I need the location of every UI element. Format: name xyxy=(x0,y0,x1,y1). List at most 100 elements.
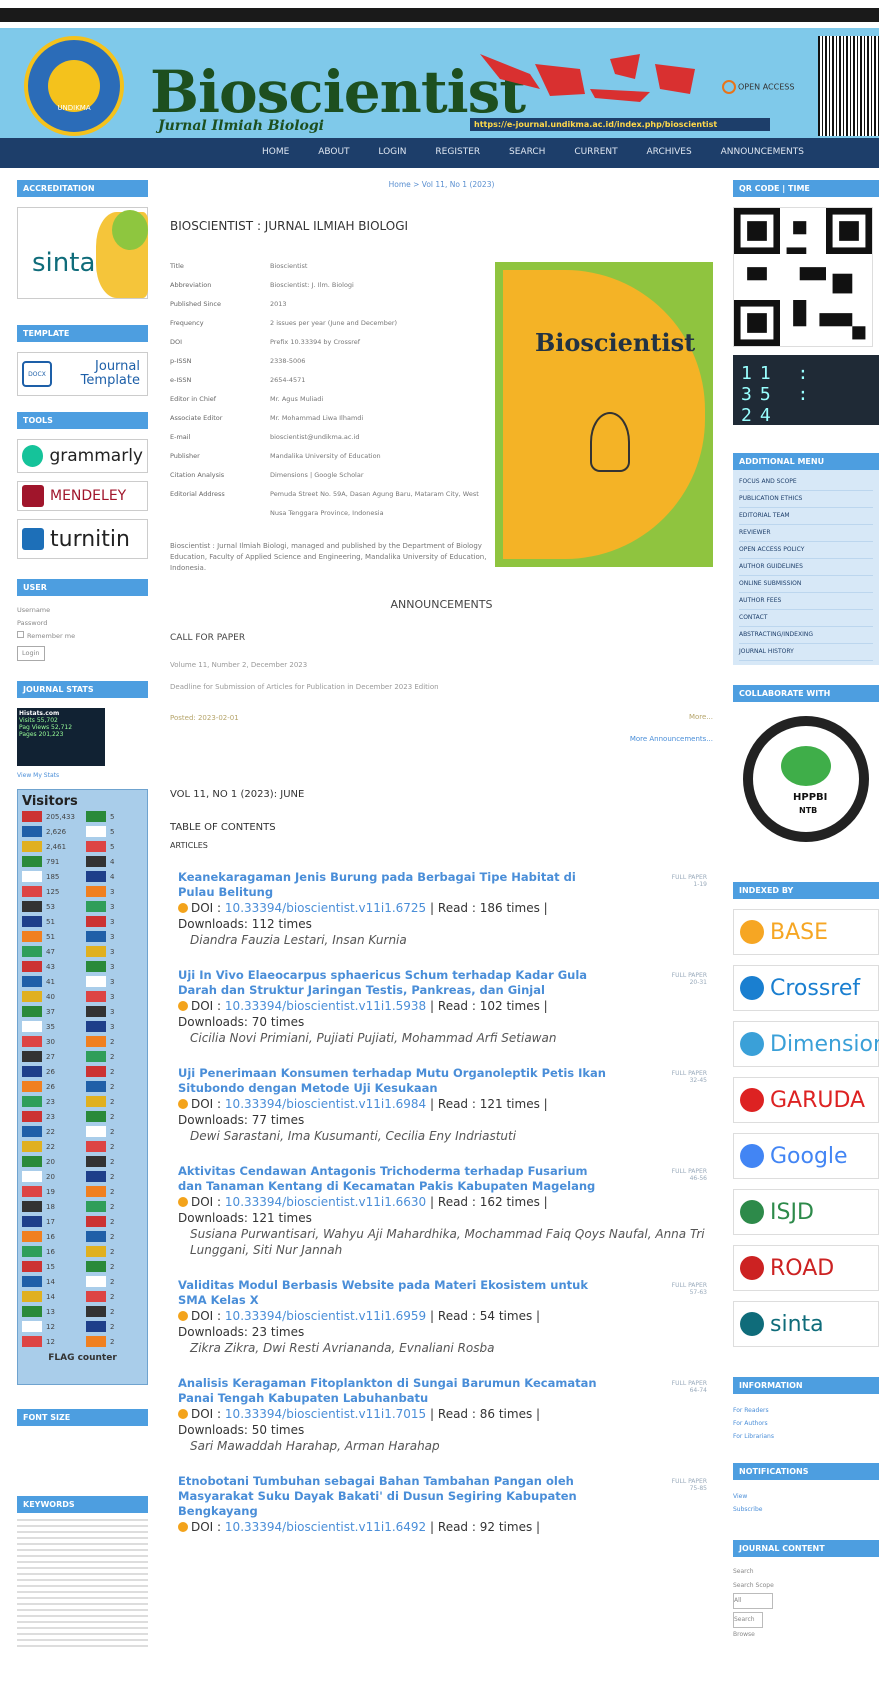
article-title-link[interactable]: Analisis Keragaman Fitoplankton di Sunga… xyxy=(178,1376,608,1406)
article-authors: Cicilia Novi Primiani, Pujiati Pujiati, … xyxy=(190,1031,557,1045)
country-flag-icon xyxy=(86,991,106,1002)
country-flag-icon xyxy=(22,946,42,957)
cover-emblem-icon xyxy=(590,412,630,472)
info-link[interactable]: For Readers xyxy=(733,1404,879,1417)
login-button[interactable]: Login xyxy=(17,646,45,661)
hppbi-logo[interactable]: HPPBI NTB xyxy=(743,716,869,842)
doi-link[interactable]: 10.33394/bioscientist.v11i1.7015 xyxy=(225,1407,426,1421)
visitors-widget[interactable]: Visitors 205,433 5 2,626 5 2,461 5 791 4 185 4 125… xyxy=(17,789,148,1385)
doi-link[interactable]: 10.33394/bioscientist.v11i1.6492 xyxy=(225,1520,426,1534)
country-flag-icon xyxy=(86,1201,106,1212)
keyword-cloud[interactable] xyxy=(17,1519,148,1649)
article-item: Aktivitas Cendawan Antagonis Trichoderma… xyxy=(170,1164,713,1258)
qr-code-icon[interactable] xyxy=(733,207,873,347)
additional-menu-item[interactable]: CONTACT xyxy=(739,610,873,627)
additional-menu-item[interactable]: ONLINE SUBMISSION xyxy=(739,576,873,593)
country-flag-icon xyxy=(22,1231,42,1242)
doi-icon xyxy=(178,1409,188,1419)
additional-menu-item[interactable]: EDITORIAL TEAM xyxy=(739,508,873,525)
indexer-icon xyxy=(740,1256,764,1280)
nav-search[interactable]: SEARCH xyxy=(509,147,545,157)
additional-menu-item[interactable]: ABSTRACTING/INDEXING xyxy=(739,627,873,644)
article-title-link[interactable]: Uji Penerimaan Konsumen terhadap Mutu Or… xyxy=(178,1066,608,1096)
turnitin-link[interactable]: turnitin xyxy=(17,519,148,559)
visitor-row: 26 2 xyxy=(22,1079,143,1094)
full-paper-link[interactable]: FULL PAPER xyxy=(657,1282,707,1289)
indexer-logo[interactable]: Dimensions xyxy=(733,1021,879,1067)
more-link[interactable]: More... xyxy=(689,713,713,721)
full-paper-link[interactable]: FULL PAPER xyxy=(657,1168,707,1175)
doi-link[interactable]: 10.33394/bioscientist.v11i1.6959 xyxy=(225,1309,426,1323)
additional-menu-item[interactable]: REVIEWER xyxy=(739,525,873,542)
additional-menu-item[interactable]: FOCUS AND SCOPE xyxy=(739,474,873,491)
journal-url[interactable]: https://e-journal.undikma.ac.id/index.ph… xyxy=(470,118,770,131)
additional-menu-item[interactable]: OPEN ACCESS POLICY xyxy=(739,542,873,559)
histats-counter[interactable]: Histats.com Visits 55,702 Pag Views 52,7… xyxy=(17,708,105,766)
download-count: 77 xyxy=(251,1113,268,1127)
country-flag-icon xyxy=(22,1186,42,1197)
country-flag-icon xyxy=(22,901,42,912)
full-paper-link[interactable]: FULL PAPER xyxy=(657,874,707,881)
doi-link[interactable]: 10.33394/bioscientist.v11i1.6984 xyxy=(225,1097,426,1111)
nav-login[interactable]: LOGIN xyxy=(378,147,406,157)
right-sidebar: QR CODE | TIME 11 : 35 : 24 Aug 7 2023 ADD… xyxy=(733,180,879,1642)
journal-cover-image[interactable]: Bioscientist xyxy=(495,262,713,567)
grammarly-link[interactable]: grammarly xyxy=(17,439,148,473)
full-paper-link[interactable]: FULL PAPER xyxy=(657,1478,707,1485)
visitor-row: 20 2 xyxy=(22,1169,143,1184)
additional-menu-item[interactable]: PUBLICATION ETHICS xyxy=(739,491,873,508)
journal-content-title: JOURNAL CONTENT xyxy=(733,1540,879,1557)
visitor-row: 41 3 xyxy=(22,974,143,989)
article-title-link[interactable]: Uji In Vivo Elaeocarpus sphaericus Schum… xyxy=(178,968,608,998)
indexer-logo[interactable]: BASE xyxy=(733,909,879,955)
indexer-logo[interactable]: Google xyxy=(733,1133,879,1179)
nav-current[interactable]: CURRENT xyxy=(574,147,617,157)
nav-announcements[interactable]: ANNOUNCEMENTS xyxy=(721,147,804,157)
university-logo[interactable]: UNDIKMA xyxy=(24,36,124,136)
breadcrumb[interactable]: Home > Vol 11, No 1 (2023) xyxy=(170,180,713,189)
doi-link[interactable]: 10.33394/bioscientist.v11i1.5938 xyxy=(225,999,426,1013)
info-link[interactable]: For Librarians xyxy=(733,1430,879,1443)
read-count: 121 xyxy=(479,1097,503,1111)
visitor-row: 14 2 xyxy=(22,1274,143,1289)
nav-register[interactable]: REGISTER xyxy=(435,147,480,157)
info-link[interactable]: For Authors xyxy=(733,1417,879,1430)
brand-title[interactable]: Bioscientist xyxy=(150,58,526,126)
nav-home[interactable]: HOME xyxy=(262,147,289,157)
nav-about[interactable]: ABOUT xyxy=(318,147,349,157)
search-scope-select[interactable]: All xyxy=(733,1593,773,1609)
full-paper-link[interactable]: FULL PAPER xyxy=(657,1380,707,1387)
remember-me-checkbox[interactable]: Remember me xyxy=(17,630,148,643)
indexer-logo[interactable]: GARUDA xyxy=(733,1077,879,1123)
doi-link[interactable]: 10.33394/bioscientist.v11i1.6725 xyxy=(225,901,426,915)
search-button[interactable]: Search xyxy=(733,1612,763,1628)
additional-menu-item[interactable]: JOURNAL HISTORY xyxy=(739,644,873,661)
additional-menu-item[interactable]: AUTHOR GUIDELINES xyxy=(739,559,873,576)
article-title-link[interactable]: Aktivitas Cendawan Antagonis Trichoderma… xyxy=(178,1164,608,1194)
article-title-link[interactable]: Keanekaragaman Jenis Burung pada Berbaga… xyxy=(178,870,608,900)
doi-link[interactable]: 10.33394/bioscientist.v11i1.6630 xyxy=(225,1195,426,1209)
call-for-paper-title[interactable]: CALL FOR PAPER xyxy=(170,633,713,643)
country-flag-icon xyxy=(22,1276,42,1287)
indexer-logo[interactable]: ISJD xyxy=(733,1189,879,1235)
indexer-logo[interactable]: Crossref xyxy=(733,965,879,1011)
journal-template-button[interactable]: DOCX Journal Template xyxy=(17,352,148,396)
meta-key: Editor in Chief xyxy=(170,395,217,403)
full-paper-link[interactable]: FULL PAPER xyxy=(657,1070,707,1077)
visitor-row: 205,433 5 xyxy=(22,809,143,824)
full-paper-link[interactable]: FULL PAPER xyxy=(657,972,707,979)
notification-link[interactable]: View xyxy=(733,1490,879,1503)
article-title-link[interactable]: Validitas Modul Berbasis Website pada Ma… xyxy=(178,1278,608,1308)
article-title-link[interactable]: Etnobotani Tumbuhan sebagai Bahan Tambah… xyxy=(178,1474,608,1519)
additional-menu-item[interactable]: AUTHOR FEES xyxy=(739,593,873,610)
indexer-logo[interactable]: sinta xyxy=(733,1301,879,1347)
mendeley-link[interactable]: MENDELEY xyxy=(17,481,148,511)
meta-key: Associate Editor xyxy=(170,414,223,422)
notification-link[interactable]: Subscribe xyxy=(733,1503,879,1516)
indexer-logo[interactable]: ROAD xyxy=(733,1245,879,1291)
sinta-badge[interactable]: sinta xyxy=(17,207,148,299)
page-range: 32-45 xyxy=(689,1077,707,1084)
more-announcements-link[interactable]: More Announcements... xyxy=(170,735,713,743)
nav-archives[interactable]: ARCHIVES xyxy=(646,147,691,157)
view-stats-link[interactable]: View My Stats xyxy=(17,772,148,779)
